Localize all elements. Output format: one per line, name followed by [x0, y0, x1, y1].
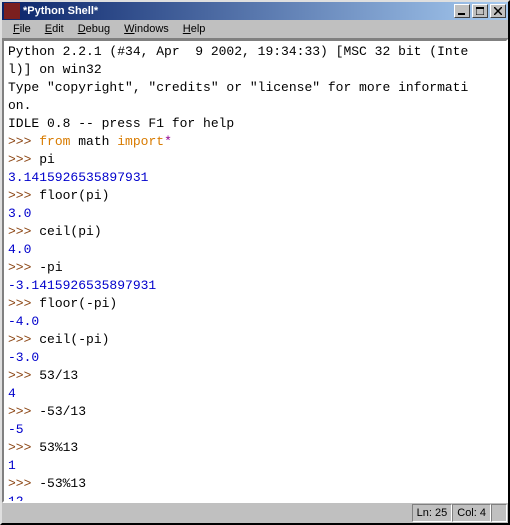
prompt: >>> [8, 134, 39, 149]
output-line: -4.0 [8, 314, 39, 329]
prompt: >>> [8, 440, 39, 455]
menu-debug[interactable]: Debug [71, 21, 117, 37]
prompt: >>> [8, 368, 39, 383]
output-line: 3.0 [8, 206, 31, 221]
shell-text[interactable]: Python 2.2.1 (#34, Apr 9 2002, 19:34:33)… [4, 41, 506, 501]
output-line: 3.1415926535897931 [8, 170, 148, 185]
statusbar: Ln: 25 Col: 4 [2, 503, 508, 523]
idle-line: IDLE 0.8 -- press F1 for help [8, 116, 234, 131]
python-shell-window: *Python Shell* File Edit Debug Windows H… [0, 0, 510, 525]
output-line: -5 [8, 422, 24, 437]
maximize-button[interactable] [472, 4, 488, 18]
window-title: *Python Shell* [23, 5, 452, 17]
close-button[interactable] [490, 4, 506, 18]
input-line: ceil(-pi) [39, 332, 109, 347]
header-line: l)] on win32 [8, 62, 102, 77]
prompt: >>> [8, 224, 39, 239]
output-line: 12 [8, 494, 24, 501]
prompt: >>> [8, 476, 39, 491]
output-line: -3.1415926535897931 [8, 278, 156, 293]
prompt: >>> [8, 404, 39, 419]
input-line: -pi [39, 260, 62, 275]
header-line: on. [8, 98, 31, 113]
input-line: floor(pi) [39, 188, 109, 203]
input-line: ceil(pi) [39, 224, 101, 239]
status-line: Ln: 25 [412, 504, 453, 522]
output-line: -3.0 [8, 350, 39, 365]
prompt: >>> [8, 332, 39, 347]
input-line: 53/13 [39, 368, 78, 383]
input-line: -53/13 [39, 404, 86, 419]
shell-area: Python 2.2.1 (#34, Apr 9 2002, 19:34:33)… [2, 39, 508, 503]
menu-windows[interactable]: Windows [117, 21, 176, 37]
prompt: >>> [8, 260, 39, 275]
input-line: pi [39, 152, 55, 167]
menu-help[interactable]: Help [176, 21, 213, 37]
input-line: 53%13 [39, 440, 78, 455]
prompt: >>> [8, 152, 39, 167]
module-name: math [70, 134, 117, 149]
input-line: -53%13 [39, 476, 86, 491]
window-controls [452, 4, 506, 18]
menubar: File Edit Debug Windows Help [2, 20, 508, 39]
header-line: Type "copyright", "credits" or "license"… [8, 80, 468, 95]
minimize-button[interactable] [454, 4, 470, 18]
prompt: >>> [8, 296, 39, 311]
prompt: >>> [8, 188, 39, 203]
titlebar[interactable]: *Python Shell* [2, 2, 508, 20]
menu-file[interactable]: File [6, 21, 38, 37]
star: * [164, 134, 172, 149]
output-line: 1 [8, 458, 16, 473]
header-line: Python 2.2.1 (#34, Apr 9 2002, 19:34:33)… [8, 44, 468, 59]
menu-edit[interactable]: Edit [38, 21, 71, 37]
status-col: Col: 4 [452, 504, 491, 522]
output-line: 4 [8, 386, 16, 401]
output-line: 4.0 [8, 242, 31, 257]
app-icon [4, 3, 20, 19]
input-line: floor(-pi) [39, 296, 117, 311]
keyword-from: from [39, 134, 70, 149]
resize-grip[interactable] [491, 504, 507, 522]
keyword-import: import [117, 134, 164, 149]
